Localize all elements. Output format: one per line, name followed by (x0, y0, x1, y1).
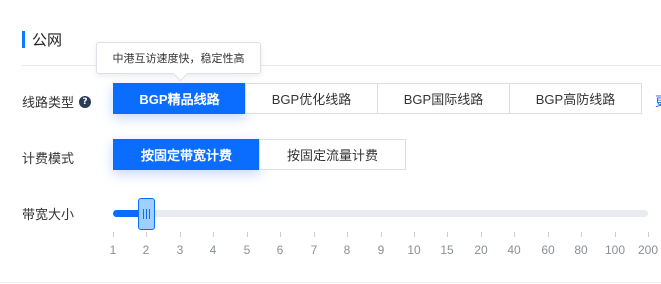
more-options-hint[interactable]: 更 (655, 91, 661, 110)
scale-tick-label: 10 (407, 243, 421, 257)
billing-label: 计费模式 (22, 151, 75, 166)
billing-option-traffic[interactable]: 按固定流量计费 (259, 139, 406, 170)
scale-tick-label: 5 (243, 243, 251, 257)
scale-tick (447, 232, 448, 237)
scale-tick (414, 232, 415, 237)
scale-tick-label: 20 (474, 243, 488, 257)
scale-tick (581, 232, 582, 237)
scale-tick-label: 6 (276, 243, 284, 257)
scale-tick (648, 232, 649, 237)
scale-tick (314, 232, 315, 237)
line-type-selector: BGP精品线路 BGP优化线路 BGP国际线路 BGP高防线路 (113, 83, 642, 114)
scale-tick-label: 9 (377, 243, 385, 257)
scale-tick (113, 232, 114, 237)
scale-tick (481, 232, 482, 237)
section-accent-bar (22, 30, 25, 48)
scale-tick-label: 4 (209, 243, 217, 257)
line-option-bgp-antiddos[interactable]: BGP高防线路 (509, 83, 642, 114)
scale-tick-label: 100 (604, 243, 626, 257)
scale-tick-label: 2 (142, 243, 150, 257)
line-type-label-row: 线路类型 ? (22, 92, 92, 111)
scale-tick-label: 15 (440, 243, 454, 257)
scale-tick (280, 232, 281, 237)
bandwidth-slider-track[interactable] (113, 210, 648, 217)
tooltip: 中港互访速度快，稳定性高 (96, 42, 261, 82)
scale-tick-label: 8 (343, 243, 351, 257)
billing-mode-selector: 按固定带宽计费 按固定流量计费 (113, 139, 406, 170)
bandwidth-slider-handle[interactable] (138, 198, 155, 230)
scale-tick-label: 60 (541, 243, 555, 257)
scale-tick (146, 232, 147, 237)
scale-tick (213, 232, 214, 237)
tooltip-text: 中港互访速度快，稳定性高 (112, 53, 245, 65)
scale-tick-label: 40 (507, 243, 521, 257)
grip-icon (143, 209, 150, 219)
scale-tick (180, 232, 181, 237)
scale-tick (381, 232, 382, 237)
billing-option-bandwidth[interactable]: 按固定带宽计费 (113, 139, 260, 170)
section-title: 公网 (32, 31, 63, 49)
scale-tick-label: 80 (574, 243, 588, 257)
scale-tick-label: 7 (310, 243, 318, 257)
scale-tick-label: 3 (176, 243, 184, 257)
scale-tick-label: 200 (637, 243, 659, 257)
billing-label-row: 计费模式 (22, 148, 74, 167)
bottom-divider (0, 282, 661, 283)
scale-tick (347, 232, 348, 237)
question-circle-icon[interactable]: ? (79, 95, 92, 108)
line-option-bgp-optimized[interactable]: BGP优化线路 (245, 83, 378, 114)
line-option-bgp-international[interactable]: BGP国际线路 (377, 83, 510, 114)
bandwidth-label-row: 带宽大小 (22, 204, 74, 223)
line-option-bgp-premium[interactable]: BGP精品线路 (113, 83, 246, 114)
scale-tick (247, 232, 248, 237)
scale-tick (514, 232, 515, 237)
scale-tick-label: 1 (109, 243, 117, 257)
section-header: 公网 (22, 30, 63, 49)
bandwidth-label: 带宽大小 (22, 207, 75, 222)
scale-tick (615, 232, 616, 237)
tooltip-arrow (172, 65, 189, 82)
scale-tick (548, 232, 549, 237)
line-type-label: 线路类型 (22, 95, 75, 110)
